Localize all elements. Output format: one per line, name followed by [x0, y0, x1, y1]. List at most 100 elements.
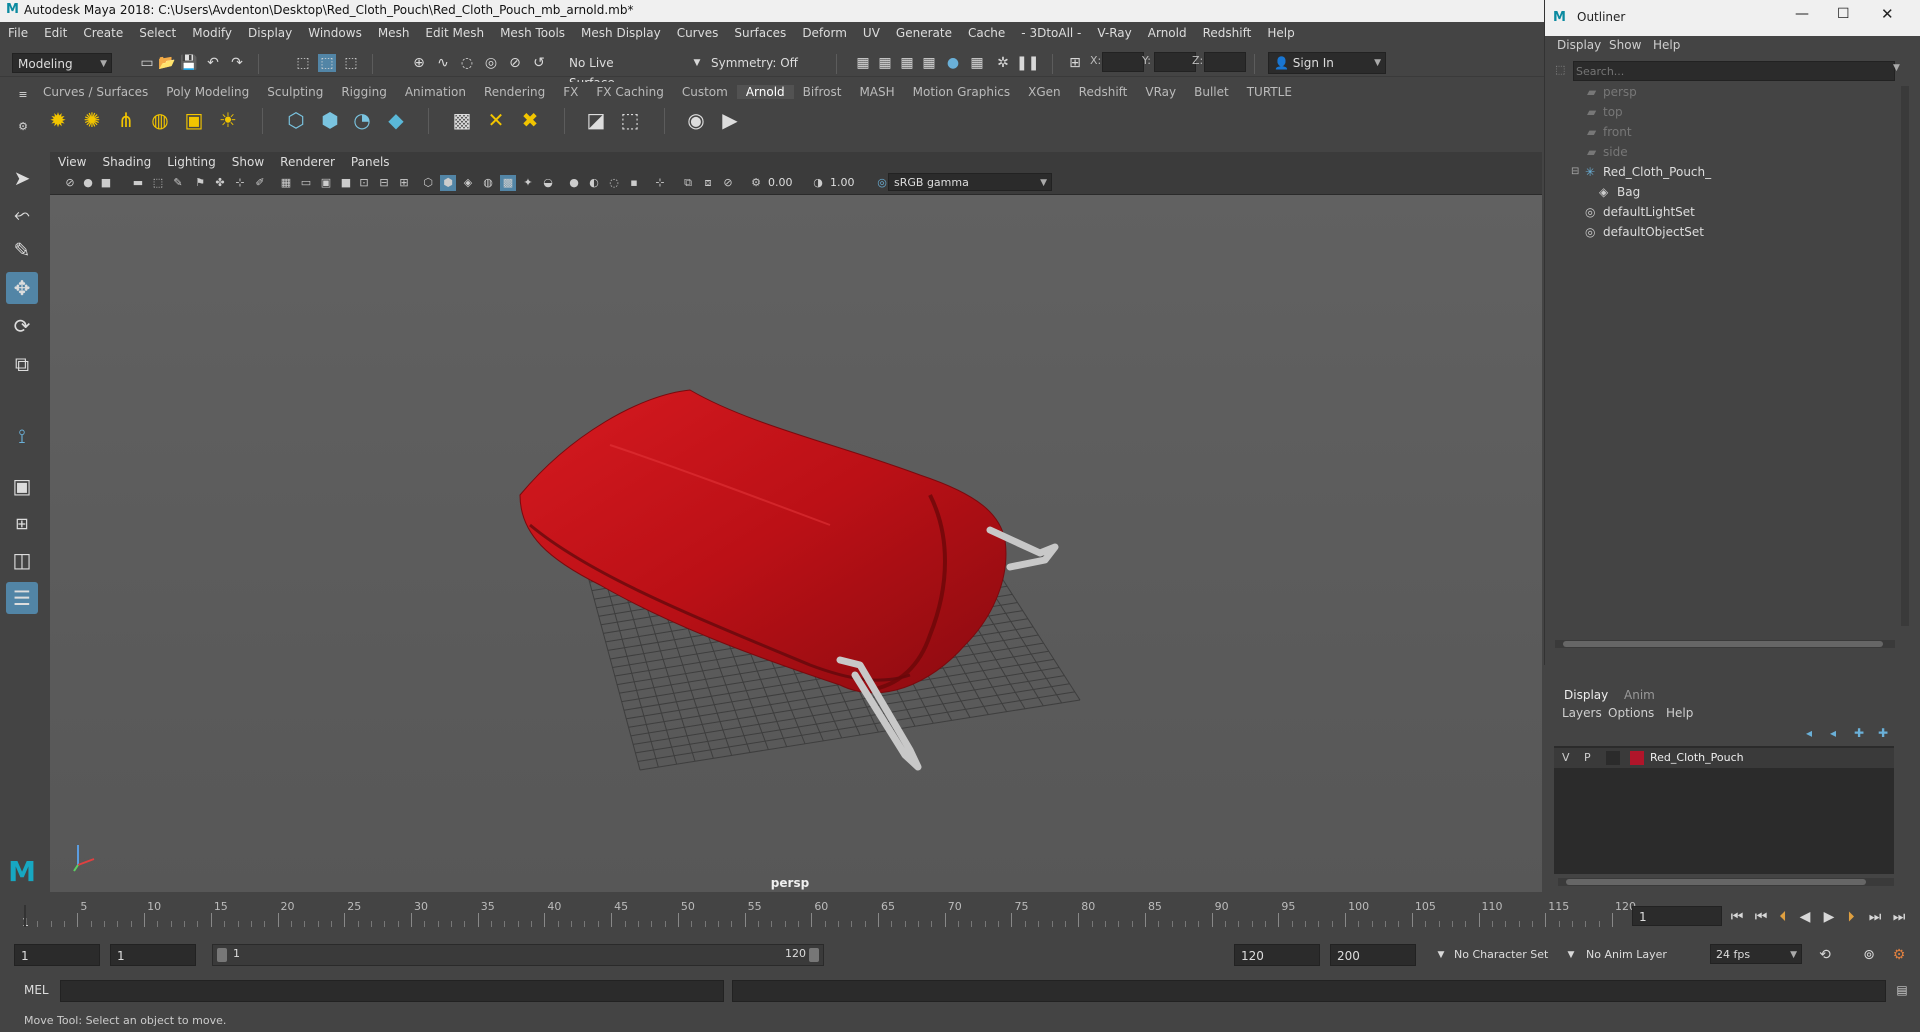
- sign-in-button[interactable]: 👤 Sign In ▼: [1268, 52, 1386, 74]
- perspective-viewport[interactable]: [50, 195, 1542, 892]
- outliner-menu-display[interactable]: Display: [1557, 38, 1601, 52]
- panel-menu-shading[interactable]: Shading: [94, 155, 159, 169]
- tab-arnold[interactable]: Arnold: [736, 85, 794, 99]
- outliner-menu-help[interactable]: Help: [1653, 38, 1680, 52]
- ipr-render-icon[interactable]: ▦: [898, 54, 916, 72]
- playback-start-field[interactable]: 1: [110, 944, 196, 966]
- camera-attributes-icon[interactable]: ●: [80, 175, 96, 191]
- pause-render-icon[interactable]: ❚❚: [1016, 54, 1039, 72]
- menu-file[interactable]: File: [0, 26, 36, 40]
- four-pane-layout-icon[interactable]: ⊞: [6, 508, 38, 540]
- tab-motion-graphics[interactable]: Motion Graphics: [904, 85, 1020, 99]
- show-manipulator-icon[interactable]: ⟟: [6, 420, 38, 452]
- export-standin-icon[interactable]: ⬢: [316, 106, 344, 134]
- pencil-icon[interactable]: ✐: [252, 175, 268, 191]
- bookmark-flag-icon[interactable]: ⚑: [192, 175, 208, 191]
- hypershade-icon[interactable]: ●: [944, 54, 962, 72]
- select-component-icon[interactable]: ⬚: [342, 54, 360, 72]
- panel-menu-view[interactable]: View: [50, 155, 94, 169]
- play-forwards-icon[interactable]: ▶: [1820, 908, 1838, 926]
- arnold-render-icon[interactable]: ✲: [994, 54, 1012, 72]
- layer-name[interactable]: Red_Cloth_Pouch: [1650, 751, 1744, 764]
- range-end-handle[interactable]: [809, 948, 819, 962]
- outliner-item-persp[interactable]: ▰ persp: [1545, 82, 1885, 102]
- resolution-gate-icon[interactable]: ▣: [318, 175, 334, 191]
- layer-visibility-toggle[interactable]: V: [1562, 751, 1570, 764]
- layer-row[interactable]: V P Red_Cloth_Pouch: [1554, 748, 1894, 768]
- paint-select-tool-icon[interactable]: ✎: [6, 234, 38, 266]
- shelf-settings-icon[interactable]: ⚙: [14, 118, 32, 136]
- menu-edit-mesh[interactable]: Edit Mesh: [417, 26, 492, 40]
- new-layer-icon[interactable]: ✚: [1854, 726, 1864, 740]
- move-layer-down-icon[interactable]: ◂: [1830, 726, 1836, 740]
- select-object-icon[interactable]: ⬚: [318, 54, 336, 72]
- tab-bullet[interactable]: Bullet: [1185, 85, 1238, 99]
- menu-surfaces[interactable]: Surfaces: [726, 26, 794, 40]
- animation-start-field[interactable]: 1: [14, 944, 100, 966]
- shelf-menu-icon[interactable]: ≡: [14, 86, 32, 104]
- tab-xgen[interactable]: XGen: [1019, 85, 1070, 99]
- exposure-icon[interactable]: ⚙: [748, 175, 764, 191]
- gate-mask-icon[interactable]: ■: [338, 175, 354, 191]
- tab-mash[interactable]: MASH: [850, 85, 903, 99]
- shader-swatch-icon[interactable]: ◪: [582, 106, 610, 134]
- move-layer-up-icon[interactable]: ◂: [1806, 726, 1812, 740]
- depth-of-field-icon[interactable]: ◌: [606, 175, 622, 191]
- menu-cache[interactable]: Cache: [960, 26, 1013, 40]
- command-input[interactable]: [60, 980, 724, 1002]
- outliner-item-front[interactable]: ▰ front: [1545, 122, 1885, 142]
- outliner-search-input[interactable]: [1573, 61, 1895, 81]
- tab-turtle[interactable]: TURTLE: [1238, 85, 1301, 99]
- lasso-tool-icon[interactable]: ⬿: [6, 198, 38, 230]
- tab-vray[interactable]: VRay: [1136, 85, 1185, 99]
- menu-windows[interactable]: Windows: [300, 26, 370, 40]
- live-surface-dropdown[interactable]: No Live Surface: [564, 53, 662, 90]
- gamma-icon[interactable]: ◑: [810, 175, 826, 191]
- grid-icon[interactable]: ▦: [278, 175, 294, 191]
- menu-3dtoall[interactable]: - 3DtoAll -: [1013, 26, 1089, 40]
- menu-deform[interactable]: Deform: [794, 26, 855, 40]
- tab-bifrost[interactable]: Bifrost: [794, 85, 851, 99]
- go-to-end-icon[interactable]: ⏭: [1890, 908, 1908, 926]
- rotate-tool-icon[interactable]: ⟳: [6, 310, 38, 342]
- select-camera-icon[interactable]: ⊘: [62, 175, 78, 191]
- menu-vray[interactable]: V-Ray: [1089, 26, 1139, 40]
- layer-color-swatch[interactable]: [1630, 751, 1644, 765]
- smooth-shade-icon[interactable]: ⬢: [440, 175, 456, 191]
- xray-components-icon[interactable]: ⧈: [700, 175, 716, 191]
- field-chart-icon[interactable]: ⊡: [356, 175, 372, 191]
- shadows-icon[interactable]: ✦: [520, 175, 536, 191]
- render-play-icon[interactable]: ▶: [716, 106, 744, 134]
- lightgroup-icon[interactable]: ⬚: [616, 106, 644, 134]
- layer-tab-display[interactable]: Display: [1564, 688, 1608, 702]
- fps-dropdown[interactable]: 24 fps ▼: [1710, 944, 1802, 964]
- scrollbar-thumb[interactable]: [1566, 879, 1866, 885]
- tab-animation[interactable]: Animation: [396, 85, 475, 99]
- panel-menu-renderer[interactable]: Renderer: [272, 155, 343, 169]
- layer-menu-layers[interactable]: Layers: [1562, 706, 1602, 720]
- chevron-down-icon[interactable]: ▼: [1893, 63, 1900, 73]
- z-field[interactable]: [1204, 52, 1246, 72]
- outliner-item-side[interactable]: ▰ side: [1545, 142, 1885, 162]
- redo-icon[interactable]: ↷: [228, 54, 246, 72]
- scrollbar-thumb[interactable]: [1563, 641, 1883, 647]
- menu-mesh-display[interactable]: Mesh Display: [573, 26, 669, 40]
- minimize-icon[interactable]: —: [1795, 6, 1809, 22]
- tab-rendering[interactable]: Rendering: [475, 85, 554, 99]
- outliner-item-default-light-set[interactable]: ◎ defaultLightSet: [1545, 202, 1885, 222]
- menu-redshift[interactable]: Redshift: [1195, 26, 1260, 40]
- filter-icon[interactable]: ⬚: [1555, 63, 1565, 76]
- render-view-eye-icon[interactable]: ◉: [682, 106, 710, 134]
- grid-toggle-icon[interactable]: ✤: [212, 175, 228, 191]
- panel-menu-show[interactable]: Show: [224, 155, 272, 169]
- new-layer-from-selected-icon[interactable]: ✚: [1878, 726, 1888, 740]
- animation-end-field[interactable]: 200: [1330, 944, 1416, 966]
- physical-sky-icon[interactable]: ☀: [214, 106, 242, 134]
- outliner-item-top[interactable]: ▰ top: [1545, 102, 1885, 122]
- outliner-layout-icon[interactable]: ☰: [6, 582, 38, 614]
- scale-tool-icon[interactable]: ⧉: [6, 348, 38, 380]
- snap-curve-icon[interactable]: ∿: [434, 54, 452, 72]
- image-plane-icon[interactable]: ▬: [130, 175, 146, 191]
- menu-edit[interactable]: Edit: [36, 26, 75, 40]
- outliner-vertical-scrollbar[interactable]: [1901, 86, 1909, 626]
